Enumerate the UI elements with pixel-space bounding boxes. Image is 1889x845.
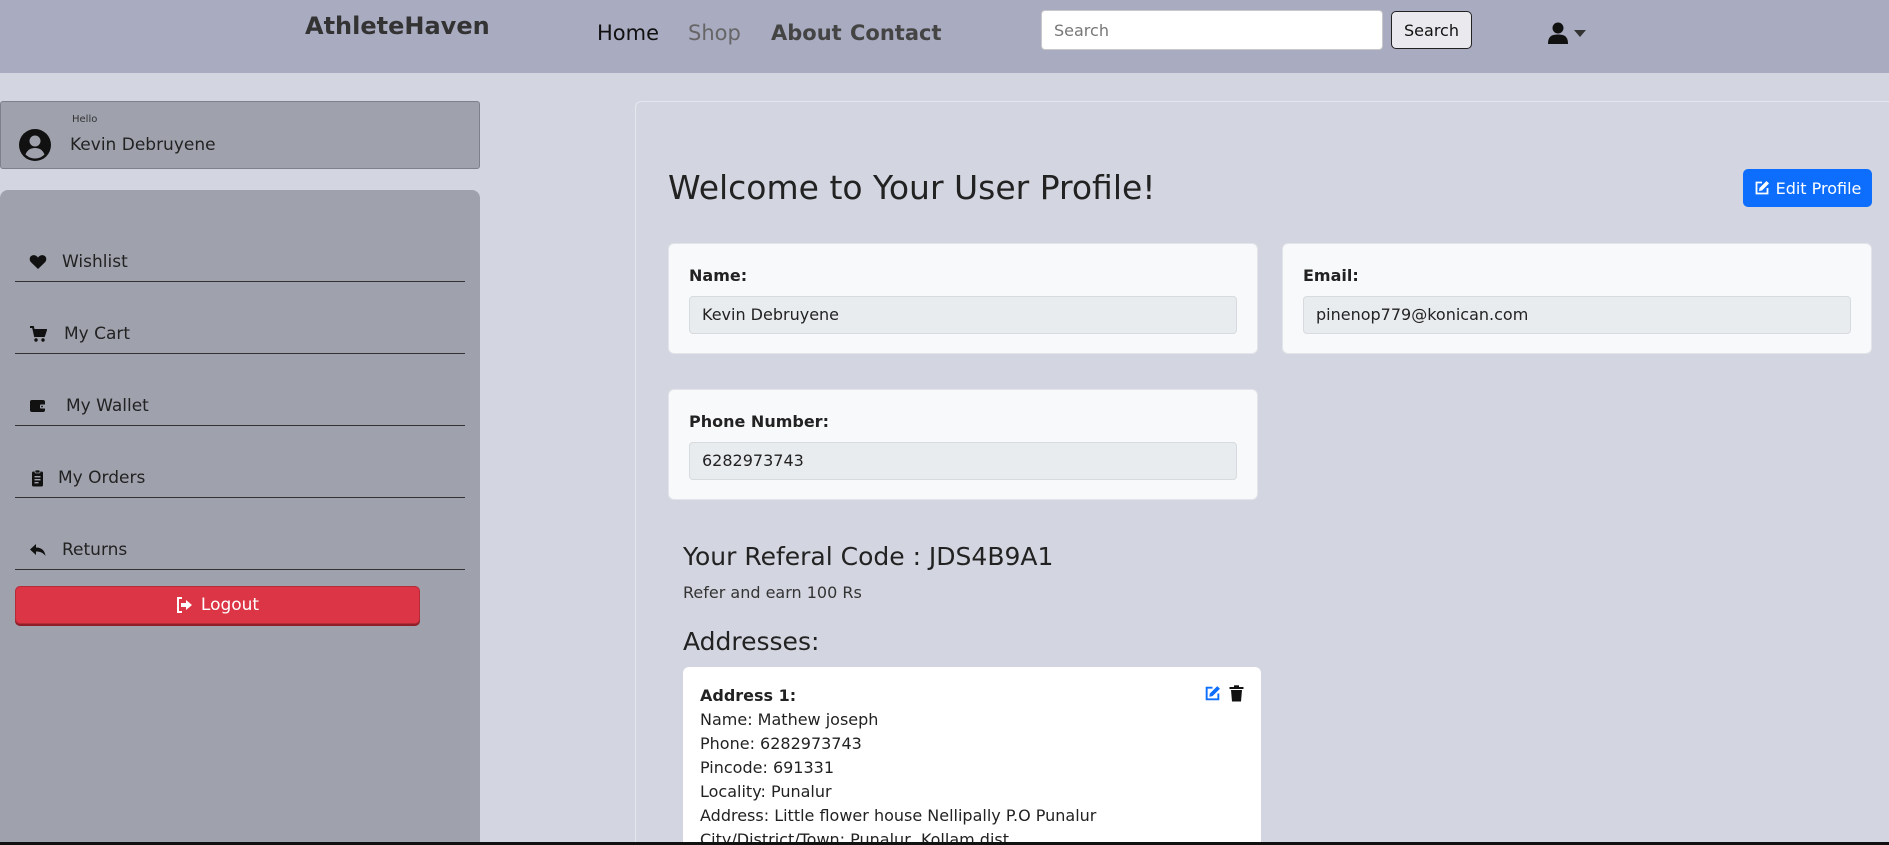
name-card: Name: Kevin Debruyene — [668, 243, 1258, 354]
sidebar-item-label: My Cart — [64, 324, 131, 344]
sidebar-item-my-wallet[interactable]: My Wallet — [15, 386, 465, 426]
brand-logo[interactable]: AthleteHaven — [305, 12, 490, 40]
edit-profile-label: Edit Profile — [1775, 178, 1862, 198]
top-navbar: AthleteHaven Home Shop About Contact Sea… — [0, 0, 1889, 73]
phone-card: Phone Number: 6282973743 — [668, 389, 1258, 500]
phone-field[interactable]: 6282973743 — [689, 442, 1237, 480]
name-label: Name: — [689, 266, 748, 285]
address-card: Address 1: Name: Mathew joseph Phone: 62… — [683, 667, 1261, 845]
address-details: Address 1: Name: Mathew joseph Phone: 62… — [700, 684, 1096, 845]
referral-code: Your Referal Code : JDS4B9A1 — [683, 542, 1054, 571]
sidebar-item-my-cart[interactable]: My Cart — [15, 314, 465, 354]
address-line: Address: Little flower house Nellipally … — [700, 806, 1097, 825]
sidebar-item-my-orders[interactable]: My Orders — [15, 458, 465, 498]
email-field[interactable]: pinenop779@konican.com — [1303, 296, 1851, 334]
greeting-card: Hello Kevin Debruyene — [0, 101, 480, 169]
address-pincode: Pincode: 691331 — [700, 758, 835, 777]
nav-about[interactable]: About — [771, 21, 842, 45]
edit-address-icon[interactable] — [1204, 685, 1221, 702]
user-name: Kevin Debruyene — [70, 135, 216, 155]
page-title: Welcome to Your User Profile! — [668, 168, 1156, 207]
edit-icon — [1755, 181, 1769, 195]
logout-button[interactable]: Logout — [15, 586, 420, 624]
user-icon — [1548, 22, 1568, 44]
reply-icon — [30, 544, 46, 556]
name-field[interactable]: Kevin Debruyene — [689, 296, 1237, 334]
sidebar-item-label: My Orders — [58, 468, 146, 488]
user-circle-icon — [19, 129, 51, 161]
edit-profile-button[interactable]: Edit Profile — [1743, 169, 1872, 207]
sidebar-item-label: Wishlist — [62, 252, 128, 272]
search-input[interactable] — [1041, 10, 1383, 50]
sidebar: Wishlist My Cart My Wallet My Orders Ret… — [0, 190, 480, 845]
nav-home[interactable]: Home — [597, 21, 659, 45]
logout-label: Logout — [200, 595, 260, 615]
wallet-icon — [30, 400, 46, 412]
caret-down-icon — [1574, 29, 1586, 37]
sidebar-item-label: Returns — [62, 540, 128, 560]
sidebar-item-label: My Wallet — [66, 396, 149, 416]
user-menu-toggle[interactable] — [1548, 20, 1594, 46]
email-label: Email: — [1303, 266, 1359, 285]
heart-icon — [29, 255, 47, 269]
sidebar-item-returns[interactable]: Returns — [15, 530, 465, 570]
address-locality: Locality: Punalur — [700, 782, 832, 801]
address-name: Name: Mathew joseph — [700, 710, 879, 729]
nav-shop[interactable]: Shop — [688, 21, 741, 45]
phone-label: Phone Number: — [689, 412, 829, 431]
cart-icon — [30, 326, 47, 342]
referral-subtitle: Refer and earn 100 Rs — [683, 583, 862, 602]
email-card: Email: pinenop779@konican.com — [1282, 243, 1872, 354]
search-button[interactable]: Search — [1391, 11, 1472, 49]
clipboard-icon — [32, 469, 43, 487]
address-phone: Phone: 6282973743 — [700, 734, 862, 753]
nav-contact[interactable]: Contact — [850, 21, 942, 45]
addresses-heading: Addresses: — [683, 627, 820, 656]
delete-address-icon[interactable] — [1229, 685, 1244, 702]
hello-label: Hello — [72, 114, 98, 125]
logout-icon — [176, 597, 192, 613]
address-title: Address 1: — [700, 686, 797, 705]
sidebar-item-wishlist[interactable]: Wishlist — [15, 242, 465, 282]
